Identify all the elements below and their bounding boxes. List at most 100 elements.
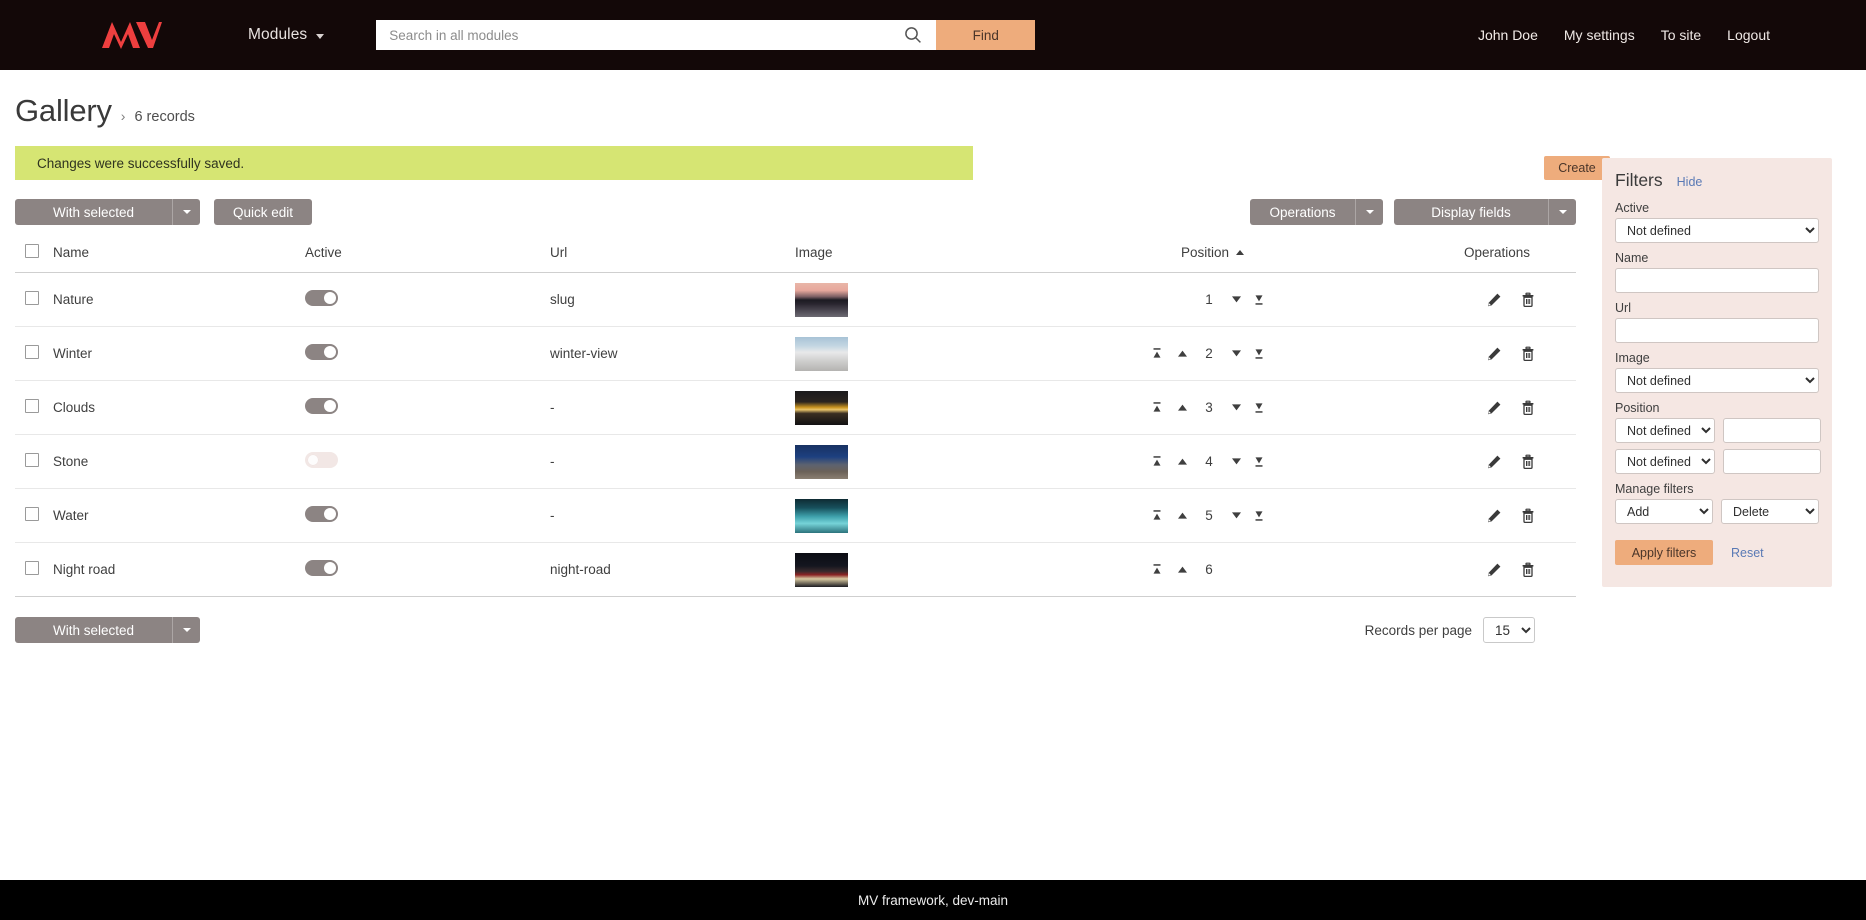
edit-icon[interactable] xyxy=(1486,454,1502,470)
row-thumbnail[interactable] xyxy=(795,445,848,479)
filter-label-manage: Manage filters xyxy=(1615,482,1819,496)
my-settings-link[interactable]: My settings xyxy=(1564,27,1635,43)
filter-position-operator-2[interactable]: Not defined=><>=<= xyxy=(1615,449,1715,474)
filter-position-value-1[interactable] xyxy=(1723,418,1821,443)
search-input[interactable] xyxy=(376,20,936,50)
find-button[interactable]: Find xyxy=(936,20,1035,50)
active-toggle[interactable] xyxy=(305,560,338,576)
manage-filters-delete-select[interactable]: Delete xyxy=(1721,499,1819,524)
move-to-top-icon[interactable] xyxy=(1146,559,1170,581)
row-checkbox[interactable] xyxy=(25,561,39,575)
active-toggle[interactable] xyxy=(305,290,338,306)
position-value: 2 xyxy=(1198,346,1220,361)
mv-logo[interactable] xyxy=(94,18,168,52)
edit-icon[interactable] xyxy=(1486,508,1502,524)
move-to-top-icon[interactable] xyxy=(1146,343,1170,365)
display-fields-dropdown[interactable] xyxy=(1549,210,1576,214)
row-thumbnail[interactable] xyxy=(795,337,848,371)
row-checkbox[interactable] xyxy=(25,291,39,305)
move-up-icon[interactable] xyxy=(1170,451,1194,473)
move-down-icon[interactable] xyxy=(1224,505,1248,527)
move-to-bottom-icon[interactable] xyxy=(1248,343,1272,365)
move-to-top-icon[interactable] xyxy=(1146,397,1170,419)
delete-icon[interactable] xyxy=(1520,508,1536,524)
page-footer: MV framework, dev-main xyxy=(0,880,1866,920)
move-to-bottom-icon[interactable] xyxy=(1248,451,1272,473)
move-to-bottom-icon[interactable] xyxy=(1248,505,1272,527)
edit-icon[interactable] xyxy=(1486,346,1502,362)
row-checkbox[interactable] xyxy=(25,399,39,413)
filter-url-input[interactable] xyxy=(1615,318,1819,343)
row-checkbox[interactable] xyxy=(25,345,39,359)
row-select-cell xyxy=(15,543,53,597)
move-down-icon[interactable] xyxy=(1224,289,1248,311)
to-site-link[interactable]: To site xyxy=(1661,27,1701,43)
toggle-knob xyxy=(324,292,336,304)
records-per-page-select[interactable]: 153050100 xyxy=(1483,617,1535,643)
edit-icon[interactable] xyxy=(1486,562,1502,578)
column-header-name[interactable]: Name xyxy=(53,244,305,273)
move-to-top-icon[interactable] xyxy=(1146,451,1170,473)
active-toggle[interactable] xyxy=(305,398,338,414)
row-thumbnail[interactable] xyxy=(795,283,848,317)
move-to-top-icon[interactable] xyxy=(1146,505,1170,527)
move-to-bottom-icon[interactable] xyxy=(1248,289,1272,311)
delete-icon[interactable] xyxy=(1520,562,1536,578)
row-checkbox[interactable] xyxy=(25,507,39,521)
delete-icon[interactable] xyxy=(1520,346,1536,362)
manage-filters-add-select[interactable]: Add xyxy=(1615,499,1713,524)
edit-icon[interactable] xyxy=(1486,292,1502,308)
move-down-icon[interactable] xyxy=(1224,397,1248,419)
active-toggle[interactable] xyxy=(305,452,338,468)
row-thumbnail[interactable] xyxy=(795,499,848,533)
with-selected-button-top[interactable]: With selected xyxy=(15,199,200,225)
with-selected-dropdown-top[interactable] xyxy=(173,210,200,214)
table-header: Name Active Url Image Position Operation… xyxy=(15,244,1576,273)
filters-hide-link[interactable]: Hide xyxy=(1677,175,1703,189)
cell-position: 6 xyxy=(1010,543,1340,597)
logout-link[interactable]: Logout xyxy=(1727,27,1770,43)
delete-icon[interactable] xyxy=(1520,454,1536,470)
move-to-bottom-icon[interactable] xyxy=(1248,397,1272,419)
column-header-url[interactable]: Url xyxy=(550,244,795,273)
delete-icon[interactable] xyxy=(1520,292,1536,308)
move-up-icon[interactable] xyxy=(1170,397,1194,419)
row-thumbnail[interactable] xyxy=(795,553,848,587)
create-button[interactable]: Create xyxy=(1544,156,1610,180)
active-toggle[interactable] xyxy=(305,506,338,522)
select-all-checkbox[interactable] xyxy=(25,244,39,258)
apply-filters-button[interactable]: Apply filters xyxy=(1615,540,1713,565)
filter-position-operator-1[interactable]: Not defined=><>=<= xyxy=(1615,418,1715,443)
column-header-image[interactable]: Image xyxy=(795,244,1010,273)
row-operations xyxy=(1340,454,1576,470)
filter-active-select[interactable]: Not definedYesNo xyxy=(1615,218,1819,243)
move-down-icon[interactable] xyxy=(1224,343,1248,365)
delete-icon[interactable] xyxy=(1520,400,1536,416)
move-up-icon[interactable] xyxy=(1170,343,1194,365)
move-up-icon[interactable] xyxy=(1170,559,1194,581)
display-fields-button[interactable]: Display fields xyxy=(1394,199,1576,225)
cell-active xyxy=(305,435,550,489)
cell-name: Stone xyxy=(53,435,305,489)
quick-edit-button[interactable]: Quick edit xyxy=(214,199,312,225)
operations-button[interactable]: Operations xyxy=(1250,199,1383,225)
operations-dropdown[interactable] xyxy=(1356,210,1383,214)
move-up-icon[interactable] xyxy=(1170,505,1194,527)
column-header-active[interactable]: Active xyxy=(305,244,550,273)
chevron-down-icon xyxy=(183,628,191,632)
with-selected-dropdown-bottom[interactable] xyxy=(173,628,200,632)
user-name-link[interactable]: John Doe xyxy=(1478,27,1538,43)
move-down-icon[interactable] xyxy=(1224,451,1248,473)
reset-filters-link[interactable]: Reset xyxy=(1731,546,1764,560)
filter-name-input[interactable] xyxy=(1615,268,1819,293)
toggle-knob xyxy=(324,400,336,412)
filter-position-value-2[interactable] xyxy=(1723,449,1821,474)
modules-menu-button[interactable]: Modules xyxy=(248,26,324,44)
column-header-position[interactable]: Position xyxy=(1010,244,1340,273)
row-thumbnail[interactable] xyxy=(795,391,848,425)
filter-image-select[interactable]: Not definedYesNo xyxy=(1615,368,1819,393)
edit-icon[interactable] xyxy=(1486,400,1502,416)
with-selected-button-bottom[interactable]: With selected xyxy=(15,617,200,643)
active-toggle[interactable] xyxy=(305,344,338,360)
row-checkbox[interactable] xyxy=(25,453,39,467)
